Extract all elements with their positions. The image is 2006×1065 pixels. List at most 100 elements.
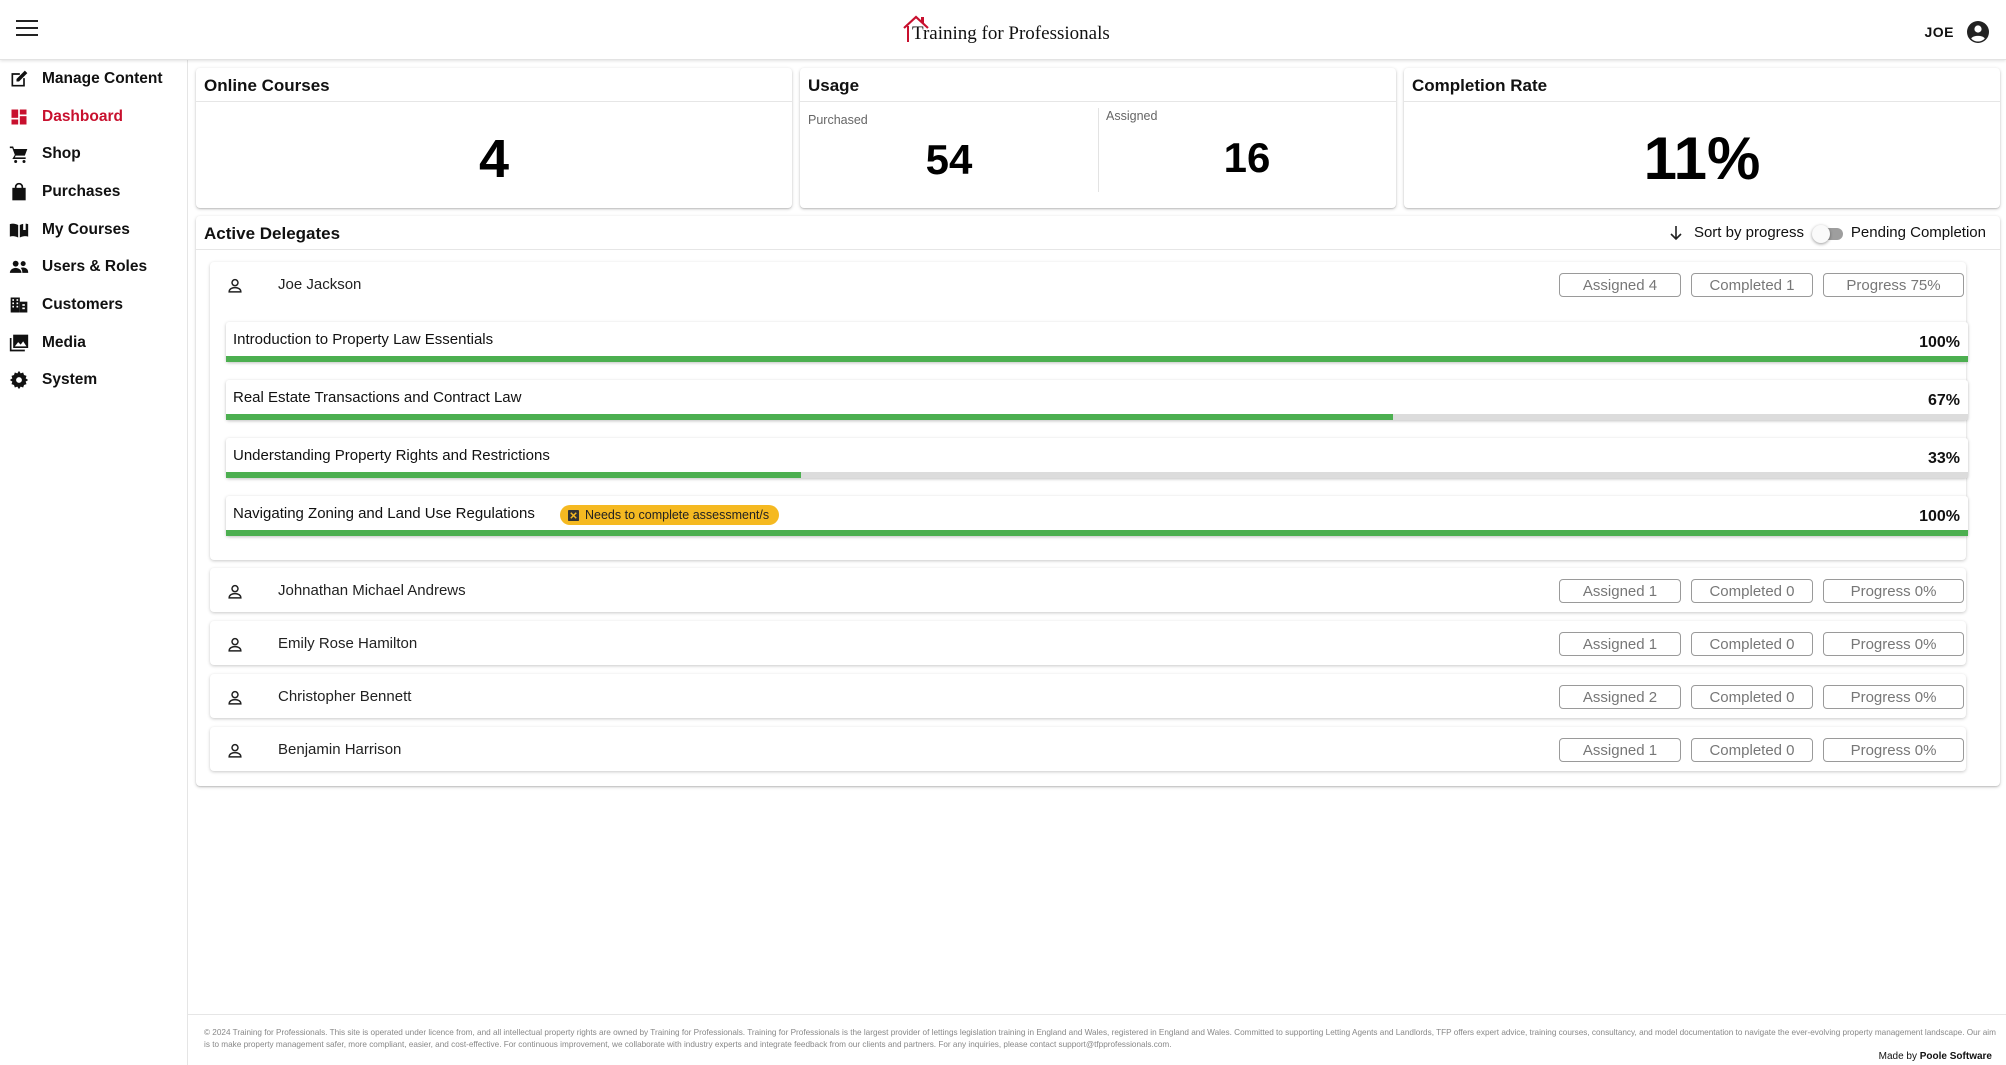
sidebar-item-my-courses[interactable]: My Courses	[0, 211, 187, 249]
course-progress-bar	[226, 356, 1968, 362]
sidebar-item-label: Manage Content	[42, 69, 163, 87]
completion-rate-value: 11%	[1643, 125, 1761, 192]
card-title: Online Courses	[196, 68, 792, 102]
course-item[interactable]: Understanding Property Rights and Restri…	[226, 438, 1968, 478]
assigned-chip[interactable]: Assigned 1	[1559, 632, 1681, 656]
card-title: Completion Rate	[1404, 68, 2000, 102]
footer-copyright: © 2024 Training for Professionals. This …	[204, 1028, 1996, 1049]
sidebar-item-users-roles[interactable]: Users & Roles	[0, 248, 187, 286]
sidebar-item-label: System	[42, 371, 98, 389]
sidebar-item-label: Users & Roles	[42, 258, 148, 276]
pending-completion-toggle[interactable]: Pending Completion	[1811, 224, 1986, 243]
sidebar-item-customers[interactable]: Customers	[0, 286, 187, 324]
assigned-chip[interactable]: Assigned 1	[1559, 738, 1681, 762]
app-bar: Training for Professionals JOE	[0, 0, 2006, 60]
sidebar-item-system[interactable]: System	[0, 362, 187, 400]
dashboard-icon	[11, 109, 27, 125]
delegate-row[interactable]: Benjamin Harrison Assigned 1 Completed 0…	[210, 727, 1966, 771]
person-icon	[228, 690, 242, 705]
progress-chip[interactable]: Progress 75%	[1823, 273, 1964, 297]
person-icon	[228, 743, 242, 758]
course-name: Introduction to Property Law Essentials	[233, 331, 494, 348]
usage-card: Usage Purchased 54 Assigned 16	[800, 68, 1396, 208]
course-name: Understanding Property Rights and Restri…	[233, 447, 550, 464]
people-icon	[9, 261, 29, 274]
badge-label: Needs to complete assessment/s	[585, 508, 770, 522]
delegates-header: Active Delegates Sort by progress Pendin…	[196, 216, 2000, 250]
course-progress-percent: 67%	[1927, 392, 1960, 409]
completed-chip[interactable]: Completed 0	[1691, 579, 1813, 603]
assigned-chip[interactable]: Assigned 2	[1559, 685, 1681, 709]
course-progress-fill	[226, 414, 1394, 420]
made-by[interactable]: Made by Poole Software	[1879, 1051, 1992, 1062]
person-icon	[228, 584, 242, 599]
sidebar-item-label: Purchases	[42, 182, 121, 200]
card-title: Usage	[800, 68, 1396, 102]
sort-by-progress-button[interactable]: Sort by progress	[1668, 224, 1804, 241]
menu-icon[interactable]	[16, 20, 38, 38]
brand-name: Training for Professionals	[912, 23, 1110, 44]
completed-chip[interactable]: Completed 0	[1691, 632, 1813, 656]
progress-chip[interactable]: Progress 0%	[1823, 632, 1964, 656]
course-progress-fill	[226, 472, 801, 478]
sidebar: Manage Content Dashboard Shop Purchases …	[0, 60, 188, 1065]
delegate-name: Emily Rose Hamilton	[278, 635, 418, 652]
delegate-name: Johnathan Michael Andrews	[278, 582, 466, 599]
sidebar-item-manage-content[interactable]: Manage Content	[0, 60, 187, 98]
completed-chip[interactable]: Completed 0	[1691, 685, 1813, 709]
user-name: JOE	[1924, 24, 1954, 40]
made-by-prefix: Made by	[1878, 1051, 1917, 1062]
sidebar-item-dashboard[interactable]: Dashboard	[0, 98, 187, 136]
sidebar-item-label: Customers	[42, 295, 123, 313]
progress-chip[interactable]: Progress 0%	[1823, 579, 1964, 603]
delegate-row-joe-jackson[interactable]: Joe Jackson Assigned 4 Completed 1 Progr…	[210, 262, 1968, 560]
cart-icon	[9, 146, 28, 164]
progress-chip[interactable]: Progress 0%	[1823, 738, 1964, 762]
online-courses-card: Online Courses 4	[196, 68, 792, 208]
active-delegates-card: Active Delegates Sort by progress Pendin…	[196, 216, 2000, 786]
account-circle-icon[interactable]	[1966, 20, 1990, 44]
course-progress-percent: 33%	[1927, 450, 1960, 467]
course-progress-bar	[226, 530, 1968, 536]
sidebar-item-label: My Courses	[42, 220, 130, 238]
course-progress-percent: 100%	[1919, 508, 1960, 525]
edit-icon	[11, 70, 28, 87]
gear-icon	[9, 371, 29, 390]
delegate-name: Christopher Bennett	[278, 688, 412, 705]
delegate-row[interactable]: Emily Rose Hamilton Assigned 1 Completed…	[210, 621, 1966, 665]
book-icon	[9, 222, 29, 238]
sidebar-item-shop[interactable]: Shop	[0, 135, 187, 173]
sidebar-item-purchases[interactable]: Purchases	[0, 173, 187, 211]
person-icon	[228, 278, 242, 293]
completed-chip[interactable]: Completed 1	[1691, 273, 1813, 297]
person-icon	[228, 637, 242, 652]
delegate-row[interactable]: Christopher Bennett Assigned 2 Completed…	[210, 674, 1966, 718]
assigned-chip[interactable]: Assigned 1	[1559, 579, 1681, 603]
footer: © 2024 Training for Professionals. This …	[188, 1014, 2006, 1065]
completion-rate-card: Completion Rate 11%	[1404, 68, 2000, 208]
course-item[interactable]: Navigating Zoning and Land Use Regulatio…	[226, 496, 1968, 536]
delegate-row[interactable]: Johnathan Michael Andrews Assigned 1 Com…	[210, 568, 1966, 612]
purchased-count: 54	[925, 136, 973, 183]
close-box-icon	[568, 509, 579, 521]
made-by-name: Poole Software	[1919, 1051, 1992, 1062]
course-progress-bar	[226, 472, 1968, 478]
toggle-switch[interactable]	[1811, 224, 1843, 243]
assigned-chip[interactable]: Assigned 4	[1559, 273, 1681, 297]
sidebar-item-label: Dashboard	[42, 107, 123, 125]
sidebar-item-label: Shop	[42, 145, 81, 163]
sidebar-item-media[interactable]: Media	[0, 324, 187, 362]
sidebar-item-label: Media	[42, 333, 86, 351]
arrow-down-icon	[1670, 225, 1682, 240]
course-progress-percent: 100%	[1919, 334, 1960, 351]
course-item[interactable]: Introduction to Property Law Essentials …	[226, 322, 1968, 362]
user-menu[interactable]: JOE	[1924, 20, 1990, 44]
course-item[interactable]: Real Estate Transactions and Contract La…	[226, 380, 1968, 420]
assigned-count: 16	[1223, 134, 1271, 181]
completed-chip[interactable]: Completed 0	[1691, 738, 1813, 762]
course-progress-bar	[226, 414, 1968, 420]
purchased-label: Purchased	[808, 113, 868, 127]
sort-label: Sort by progress	[1693, 224, 1804, 241]
progress-chip[interactable]: Progress 0%	[1823, 685, 1964, 709]
brand-logo[interactable]: Training for Professionals	[900, 12, 1110, 48]
